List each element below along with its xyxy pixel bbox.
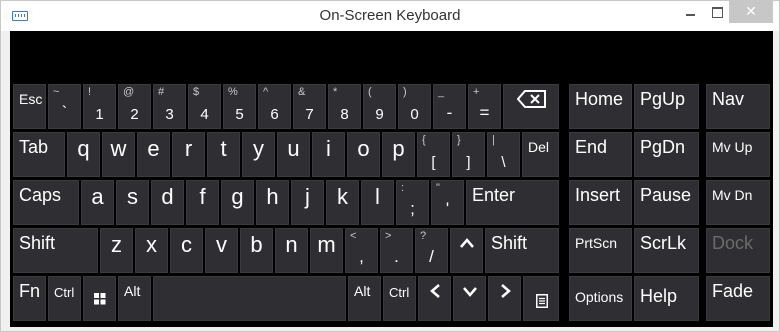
key-backtick[interactable]: ~ ` xyxy=(48,84,81,129)
key-arrow-down[interactable] xyxy=(453,276,486,321)
key-alt-right[interactable]: Alt xyxy=(348,276,381,321)
key-fn[interactable]: Fn xyxy=(13,276,46,321)
key-j[interactable]: j xyxy=(291,180,324,225)
arrow-right-icon xyxy=(501,284,511,298)
key-6[interactable]: ^ 6 xyxy=(258,84,291,129)
key-p[interactable]: p xyxy=(382,132,415,177)
fade-button[interactable]: Fade xyxy=(706,276,770,321)
key-i[interactable]: i xyxy=(312,132,345,177)
key-move-up[interactable]: Mv Up xyxy=(706,132,770,177)
key-semicolon[interactable]: :; xyxy=(396,180,429,225)
arrow-down-icon xyxy=(463,287,477,297)
key-f[interactable]: f xyxy=(186,180,219,225)
key-pause[interactable]: Pause xyxy=(634,180,699,225)
key-w[interactable]: w xyxy=(102,132,135,177)
key-alt-left[interactable]: Alt xyxy=(118,276,151,321)
key-nav[interactable]: Nav xyxy=(706,84,770,129)
key-insert[interactable]: Insert xyxy=(569,180,632,225)
key-windows[interactable] xyxy=(83,276,116,321)
key-pgdn[interactable]: PgDn xyxy=(634,132,699,177)
help-button[interactable]: Help xyxy=(634,276,699,321)
key-arrow-left[interactable] xyxy=(418,276,451,321)
key-home[interactable]: Home xyxy=(569,84,632,129)
backspace-icon xyxy=(517,90,546,108)
key-comma[interactable]: <, xyxy=(345,228,378,273)
key-s[interactable]: s xyxy=(116,180,149,225)
key-3[interactable]: #3 xyxy=(153,84,186,129)
key-m[interactable]: m xyxy=(310,228,343,273)
key-left-bracket[interactable]: {[ xyxy=(417,132,450,177)
key-2[interactable]: @2 xyxy=(118,84,151,129)
key-k[interactable]: k xyxy=(326,180,359,225)
key-c[interactable]: c xyxy=(170,228,203,273)
key-dock: Dock xyxy=(706,228,770,273)
key-g[interactable]: g xyxy=(221,180,254,225)
key-ctrl-right[interactable]: Ctrl xyxy=(383,276,416,321)
key-scrlk[interactable]: ScrLk xyxy=(634,228,699,273)
key-enter[interactable]: Enter xyxy=(466,180,559,225)
key-ctrl-left[interactable]: Ctrl xyxy=(48,276,81,321)
arrow-left-icon xyxy=(430,284,440,298)
key-l[interactable]: l xyxy=(361,180,394,225)
key-space[interactable] xyxy=(153,276,346,321)
key-n[interactable]: n xyxy=(275,228,308,273)
key-0[interactable]: ) 0 xyxy=(398,84,431,129)
key-4[interactable]: $4 xyxy=(188,84,221,129)
key-shift-left[interactable]: Shift xyxy=(13,228,98,273)
key-equals[interactable]: + = xyxy=(468,84,501,129)
key-x[interactable]: x xyxy=(135,228,168,273)
key-v[interactable]: v xyxy=(205,228,238,273)
key-pgup[interactable]: PgUp xyxy=(634,84,699,129)
minimize-icon xyxy=(685,14,695,16)
options-button[interactable]: Options xyxy=(569,276,632,321)
key-backslash[interactable]: | \ xyxy=(487,132,520,177)
key-del[interactable]: Del xyxy=(522,132,559,177)
keyboard-area: Esc ~ ` ! 1 @2 #3 $4 % 5 ^ 6 & 7 * 8 (9 ) 0 _ - … xyxy=(10,31,773,327)
key-quote[interactable]: " ' xyxy=(431,180,464,225)
key-9[interactable]: (9 xyxy=(363,84,396,129)
key-arrow-right[interactable] xyxy=(488,276,521,321)
close-button[interactable]: ✕ xyxy=(729,1,773,23)
key-right-bracket[interactable]: }] xyxy=(452,132,485,177)
key-end[interactable]: End xyxy=(569,132,632,177)
key-esc[interactable]: Esc xyxy=(13,84,46,129)
key-8[interactable]: * 8 xyxy=(328,84,361,129)
title-bar[interactable]: On-Screen Keyboard ✕ xyxy=(1,1,779,31)
key-1[interactable]: ! 1 xyxy=(83,84,116,129)
key-arrow-up[interactable] xyxy=(450,228,483,273)
key-t[interactable]: t xyxy=(207,132,240,177)
key-shift-right[interactable]: Shift xyxy=(485,228,559,273)
key-move-down[interactable]: Mv Dn xyxy=(706,180,770,225)
key-slash[interactable]: ? / xyxy=(415,228,448,273)
maximize-icon xyxy=(711,6,723,18)
key-7[interactable]: & 7 xyxy=(293,84,326,129)
key-h[interactable]: h xyxy=(256,180,289,225)
key-u[interactable]: u xyxy=(277,132,310,177)
close-icon: ✕ xyxy=(745,4,757,20)
key-q[interactable]: q xyxy=(67,132,100,177)
key-minus[interactable]: _ - xyxy=(433,84,466,129)
arrow-up-icon xyxy=(460,238,474,248)
context-menu-icon xyxy=(536,294,548,308)
on-screen-keyboard-window: On-Screen Keyboard ✕ Esc ~ ` ! 1 @2 #3 $4 … xyxy=(0,0,780,332)
key-prtscn[interactable]: PrtScn xyxy=(569,228,632,273)
key-tab[interactable]: Tab xyxy=(13,132,65,177)
key-5[interactable]: % 5 xyxy=(223,84,256,129)
key-context-menu[interactable] xyxy=(523,276,559,321)
key-y[interactable]: y xyxy=(242,132,275,177)
windows-logo-icon xyxy=(94,293,106,305)
key-e[interactable]: e xyxy=(137,132,170,177)
key-a[interactable]: a xyxy=(81,180,114,225)
key-o[interactable]: o xyxy=(347,132,380,177)
window-title: On-Screen Keyboard xyxy=(319,7,461,24)
maximize-button[interactable] xyxy=(703,1,731,23)
key-backspace[interactable] xyxy=(503,84,559,129)
key-period[interactable]: >. xyxy=(380,228,413,273)
key-r[interactable]: r xyxy=(172,132,205,177)
key-z[interactable]: z xyxy=(100,228,133,273)
key-caps[interactable]: Caps xyxy=(13,180,79,225)
minimize-button[interactable] xyxy=(676,1,704,23)
key-b[interactable]: b xyxy=(240,228,273,273)
key-d[interactable]: d xyxy=(151,180,184,225)
